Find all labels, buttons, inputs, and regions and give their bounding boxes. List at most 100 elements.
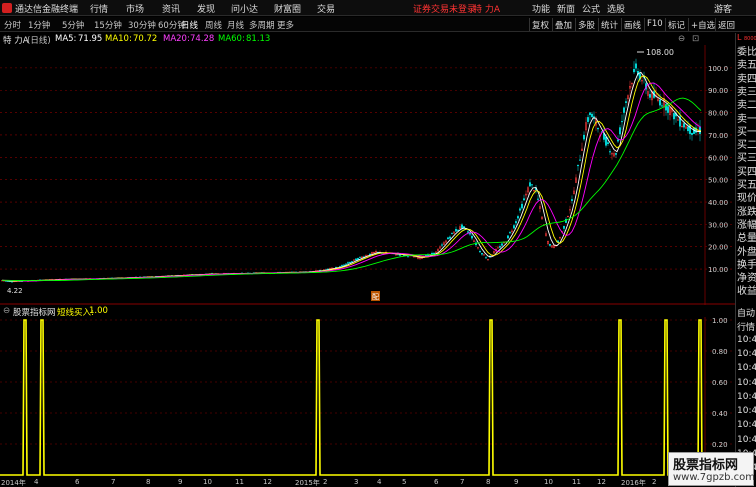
- tool-mark[interactable]: 标记: [665, 18, 687, 31]
- menu-wealth-circle[interactable]: 财富圈: [274, 2, 301, 15]
- buy-signal-line: [0, 319, 705, 476]
- date-tick-label: 4: [34, 478, 39, 486]
- indicator-info-bar: ⊖ 股票指标网 短线买入: 1.00: [0, 305, 735, 318]
- candle-body: [455, 229, 457, 232]
- quote-field-label: 收益: [737, 286, 756, 297]
- ma60-value: 81.13: [246, 34, 271, 44]
- quote-field-label: 涨幅: [737, 219, 756, 230]
- tool-back[interactable]: 返回: [715, 18, 737, 31]
- candle-body: [529, 182, 531, 187]
- auto-quote-label[interactable]: 行情: [737, 320, 756, 333]
- period-30min[interactable]: 30分钟: [128, 19, 156, 31]
- price-tick-label: 40.00: [708, 199, 728, 207]
- date-tick-label: 10: [203, 478, 212, 486]
- candle-body: [335, 266, 337, 268]
- candle-body: [591, 113, 593, 118]
- candle-body: [345, 263, 347, 265]
- low-price-label: 4.22: [7, 287, 23, 295]
- quote-field-label: 卖一: [737, 113, 756, 124]
- indicator-tick-label: 1.00: [712, 317, 728, 325]
- candle-body: [479, 250, 481, 253]
- tool-draw-line[interactable]: 画线: [621, 18, 643, 31]
- menu-market-quotes[interactable]: 行情: [90, 2, 108, 15]
- period-5min[interactable]: 5分钟: [62, 19, 84, 31]
- chart-minimize-icon[interactable]: ⊖: [678, 34, 685, 44]
- candle-body: [579, 159, 581, 161]
- quote-field-label: 卖二: [737, 100, 756, 111]
- menu-market[interactable]: 市场: [126, 2, 144, 15]
- indicator-settings-icon[interactable]: ⊖: [3, 306, 10, 316]
- period-monthly[interactable]: 月线: [227, 19, 244, 31]
- candle-body: [621, 121, 623, 123]
- price-tick-label: 10.00: [708, 266, 728, 274]
- indicator-tick-label: 0.60: [712, 379, 728, 387]
- menu-ask-xiaoda[interactable]: 问小达: [231, 2, 258, 15]
- tool-adjust-rights[interactable]: 复权: [529, 18, 551, 31]
- period-intraday[interactable]: 分时: [4, 19, 21, 31]
- candle-body: [691, 132, 693, 135]
- candle-body: [609, 151, 611, 153]
- candle-body: [359, 256, 361, 258]
- candle-body: [571, 199, 573, 201]
- period-15min[interactable]: 15分钟: [94, 19, 122, 31]
- candle-body: [501, 243, 503, 246]
- auto-quote-label[interactable]: 自动: [737, 306, 756, 319]
- chart-expand-icon[interactable]: ⊡: [692, 34, 699, 44]
- menu-discover[interactable]: 发现: [197, 2, 215, 15]
- tool-multi-stock[interactable]: 多股: [575, 18, 597, 31]
- tick-time-label: 10:4: [737, 377, 756, 388]
- menu-trade[interactable]: 交易: [317, 2, 335, 15]
- ma5-value: 71.95: [78, 34, 103, 44]
- date-tick-label: 2014年: [1, 479, 26, 487]
- candle-body: [341, 265, 343, 267]
- price-tick-label: 20.00: [708, 244, 728, 252]
- ma10-line: [1, 75, 702, 282]
- indicator-chart[interactable]: 1.00 0.80 0.60 0.40 0.20: [0, 317, 735, 478]
- candle-body: [521, 203, 523, 209]
- menu-news[interactable]: 资讯: [162, 2, 180, 15]
- price-tick-label: 60.00: [708, 154, 728, 162]
- tick-time-label: 10:4: [737, 363, 756, 374]
- candle-body: [549, 244, 551, 246]
- period-more[interactable]: 更多: [277, 19, 294, 31]
- candle-body: [635, 63, 637, 69]
- date-tick-label: 2: [652, 478, 657, 486]
- candle-body: [351, 261, 353, 263]
- period-weekly[interactable]: 周线: [205, 19, 222, 31]
- period-daily[interactable]: 日线: [181, 19, 198, 31]
- tool-add-watchlist[interactable]: +自选: [688, 18, 717, 31]
- menu-new-screen[interactable]: 新面: [557, 2, 575, 15]
- quote-field-label: 委比: [737, 47, 756, 57]
- tool-statistics[interactable]: 统计: [598, 18, 620, 31]
- candle-body: [447, 237, 449, 240]
- candle-body: [667, 106, 669, 113]
- watermark-url: www.7gpzb.com: [673, 472, 755, 483]
- candle-body: [449, 236, 451, 239]
- period-1min[interactable]: 1分钟: [28, 19, 50, 31]
- event-marker[interactable]: 配: [371, 291, 380, 301]
- candle-body: [617, 139, 619, 142]
- price-tick-label: 80.00: [708, 110, 728, 118]
- buy-signal-spikes: [0, 319, 705, 476]
- tool-overlay[interactable]: 叠加: [552, 18, 574, 31]
- menu-stock-picker[interactable]: 选股: [607, 2, 625, 15]
- candle-body: [513, 225, 515, 229]
- candle-body: [467, 231, 469, 233]
- price-chart[interactable]: 100.0 90.00 80.00 70.00 60.00 50.00 40.00 30.00…: [0, 45, 735, 305]
- guest-login[interactable]: 游客: [714, 2, 732, 15]
- indicator-axis: 1.00 0.80 0.60 0.40 0.20: [712, 317, 728, 449]
- ma10-value: 70.72: [133, 34, 158, 44]
- candle-body: [509, 232, 511, 234]
- candle-body: [485, 257, 487, 259]
- menu-formula[interactable]: 公式: [582, 2, 600, 15]
- quote-field-label: 外盘: [737, 246, 756, 257]
- candle-body: [517, 216, 519, 219]
- candle-body: [673, 113, 675, 120]
- candle-body: [523, 198, 525, 201]
- tool-f10[interactable]: F10: [644, 18, 665, 31]
- trading-login-notice[interactable]: 证券交易未登录: [413, 2, 476, 15]
- menu-functions[interactable]: 功能: [532, 2, 550, 15]
- date-tick-label: 5: [402, 478, 407, 486]
- period-multi[interactable]: 多周期: [249, 19, 275, 31]
- tick-time-label: 10:4: [737, 420, 756, 431]
